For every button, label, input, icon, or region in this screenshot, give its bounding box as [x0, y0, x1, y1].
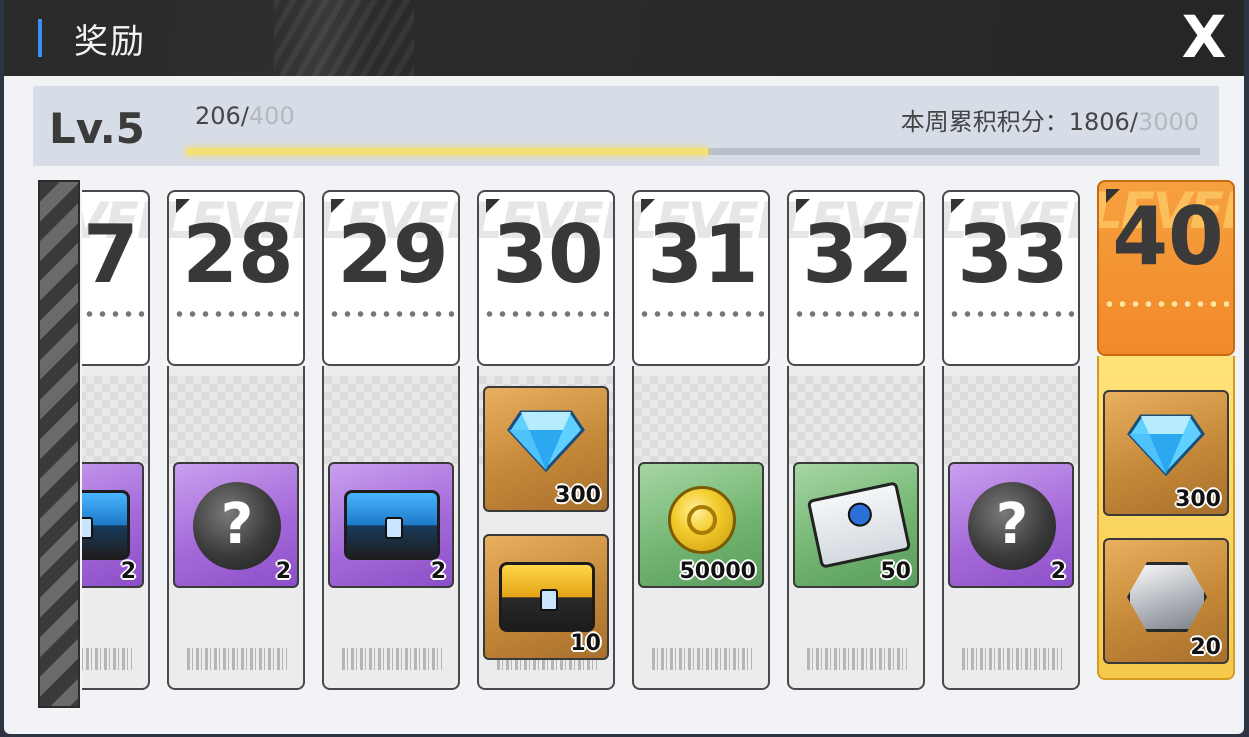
- level-number: 27: [82, 208, 139, 301]
- title-accent-bar: [38, 19, 42, 57]
- reward-quantity: 50000: [679, 559, 756, 584]
- reward-item[interactable]: 2: [328, 462, 454, 588]
- level-card-header: LEVEL30: [477, 190, 615, 366]
- panel-header: 奖励 X: [4, 0, 1244, 76]
- reward-quantity: 2: [120, 559, 136, 584]
- reward-item[interactable]: 10: [483, 534, 609, 660]
- barcode-icon: [652, 648, 752, 670]
- level-card-header: LEVEL29: [322, 190, 460, 366]
- level-card-header: LEVEL27: [82, 190, 150, 366]
- level-card-29[interactable]: LEVEL29 2: [322, 190, 464, 690]
- level-card-header: LEVEL31: [632, 190, 770, 366]
- xp-readout: 206/400: [195, 102, 295, 130]
- ticket-perforation: [948, 310, 1074, 318]
- level-number: 29: [337, 208, 449, 301]
- close-button[interactable]: X: [1174, 2, 1234, 72]
- card-pattern: [324, 376, 458, 466]
- reward-item[interactable]: 300: [1103, 390, 1229, 516]
- level-card-32[interactable]: LEVEL32 50: [787, 190, 929, 690]
- level-card-30[interactable]: LEVEL30 300 10: [477, 190, 619, 690]
- level-card-28[interactable]: LEVEL28 ?2: [167, 190, 309, 690]
- scroll-left-handle[interactable]: [38, 180, 80, 708]
- header-decoration: [274, 0, 414, 76]
- level-card-header: LEVEL28: [167, 190, 305, 366]
- level-number: 32: [802, 208, 914, 301]
- card-pattern: [944, 376, 1078, 466]
- level-card-header: LEVEL40: [1097, 180, 1235, 356]
- reward-item[interactable]: 50: [793, 462, 919, 588]
- weekly-points-readout: 本周累积积分：1806/3000: [900, 108, 1199, 136]
- level-number: 28: [182, 208, 294, 301]
- reward-item[interactable]: ? 2: [173, 462, 299, 588]
- card-pattern: [82, 376, 148, 466]
- reward-quantity: 2: [1050, 559, 1066, 584]
- reward-quantity: 2: [275, 559, 291, 584]
- level-card-header: LEVEL33: [942, 190, 1080, 366]
- card-pattern: [634, 376, 768, 466]
- barcode-icon: [82, 648, 132, 670]
- reward-item[interactable]: 2: [82, 462, 144, 588]
- card-pattern: [789, 376, 923, 466]
- barcode-icon: [962, 648, 1062, 670]
- reward-quantity: 300: [555, 483, 601, 508]
- weekly-points-current: 1806: [1068, 108, 1130, 136]
- level-number: 30: [492, 208, 604, 301]
- reward-item[interactable]: 50000: [638, 462, 764, 588]
- reward-item[interactable]: 20: [1103, 538, 1229, 664]
- reward-quantity: 20: [1190, 635, 1221, 660]
- level-card-40[interactable]: LEVEL40 300 20: [1097, 180, 1239, 680]
- reward-quantity: 10: [570, 631, 601, 656]
- level-number: 33: [957, 208, 1069, 301]
- barcode-icon: [187, 648, 287, 670]
- ticket-perforation: [328, 310, 454, 318]
- reward-quantity: 300: [1175, 487, 1221, 512]
- page-title: 奖励: [74, 22, 146, 62]
- weekly-points-max: 3000: [1137, 108, 1199, 136]
- level-card-header: LEVEL32: [787, 190, 925, 366]
- xp-max: 400: [248, 102, 295, 130]
- level-number: 40: [1112, 190, 1224, 283]
- card-pattern: [169, 376, 303, 466]
- xp-current: 206: [195, 102, 241, 130]
- barcode-icon: [342, 648, 442, 670]
- level-card-31[interactable]: LEVEL31 50000: [632, 190, 774, 690]
- ticket-perforation: [173, 310, 299, 318]
- xp-progress-track: [186, 148, 1200, 155]
- xp-progress-fill: [186, 148, 709, 155]
- level-card-27[interactable]: LEVEL27 2: [82, 190, 154, 690]
- level-card-33[interactable]: LEVEL33 ?2: [942, 190, 1084, 690]
- level-progress-bar: Lv.5 206/400 本周累积积分：1806/3000: [33, 86, 1219, 166]
- ticket-perforation: [82, 310, 144, 318]
- ticket-perforation: [483, 310, 609, 318]
- level-number: 31: [647, 208, 759, 301]
- ticket-perforation: [638, 310, 764, 318]
- reward-card-list[interactable]: LEVEL272LEVEL28?2LEVEL292LEVEL3030010LEV…: [82, 176, 1242, 716]
- reward-quantity: 50: [880, 559, 911, 584]
- reward-item[interactable]: 300: [483, 386, 609, 512]
- level-label: Lv.5: [49, 104, 145, 153]
- ticket-perforation: [1103, 300, 1229, 308]
- barcode-icon: [807, 648, 907, 670]
- ticket-perforation: [793, 310, 919, 318]
- reward-item[interactable]: ? 2: [948, 462, 1074, 588]
- weekly-points-label: 本周累积积分：: [900, 108, 1069, 136]
- reward-quantity: 2: [430, 559, 446, 584]
